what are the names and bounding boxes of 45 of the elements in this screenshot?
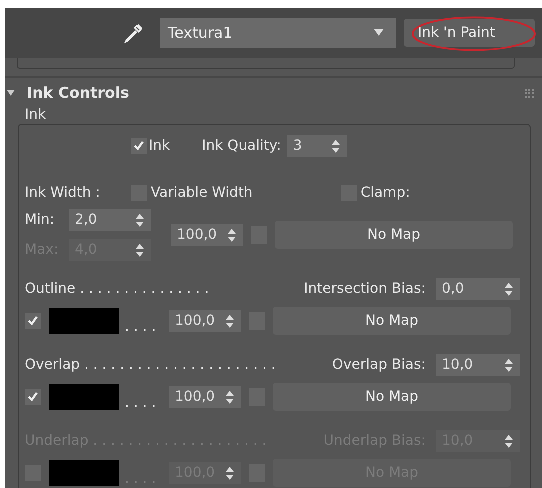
spinner-field[interactable]: 3	[287, 135, 348, 157]
spinner-field[interactable]: 100,0	[169, 386, 241, 408]
map-button[interactable]: No Map	[273, 383, 511, 411]
spinner-arrows-icon[interactable]	[136, 244, 144, 256]
spinner-arrows-icon[interactable]	[228, 228, 236, 242]
material-type-button[interactable]: Ink 'n Paint	[404, 19, 535, 47]
checkbox-label: Variable Width	[151, 185, 253, 201]
checkbox-label: Ink	[149, 138, 170, 154]
spinner-arrows-icon[interactable]	[226, 314, 234, 328]
caret-icon	[374, 29, 384, 37]
checkbox[interactable]	[25, 313, 41, 329]
spinner-arrows-icon[interactable]	[226, 466, 234, 480]
spinner-field[interactable]: 10,0	[436, 354, 520, 376]
checkbox[interactable]	[25, 389, 41, 405]
rollout-title[interactable]: Ink Controls	[27, 84, 525, 102]
spinner-field[interactable]: 100,0	[169, 310, 241, 332]
spinner-field[interactable]: 0,0	[436, 278, 520, 300]
field-label: Min:	[25, 212, 56, 228]
map-button[interactable]: No Map	[273, 307, 511, 335]
spinner-field[interactable]: 2,0	[69, 209, 151, 231]
section-label: Overlap . . . . . . . . . . . . . . . . . . . . . .	[25, 357, 277, 373]
color-swatch[interactable]	[49, 384, 119, 410]
checkbox[interactable]	[131, 138, 147, 154]
drag-grip-icon[interactable]	[525, 88, 534, 98]
spinner-arrows-icon[interactable]	[505, 282, 513, 296]
field-label: Overlap Bias:	[332, 357, 426, 373]
leader-dots: . . . .	[124, 395, 158, 413]
material-dropdown[interactable]: Textura1	[160, 18, 396, 48]
spinner-field[interactable]: 100,0	[171, 224, 243, 246]
spinner-arrows-icon[interactable]	[136, 214, 144, 226]
spinner-arrows-icon[interactable]	[332, 140, 340, 152]
group-title: Ink	[25, 108, 48, 124]
leader-dots: . . . .	[124, 319, 158, 337]
field-label: Ink Quality:	[202, 138, 282, 154]
spinner-arrows-icon[interactable]	[226, 390, 234, 404]
section-label: Outline . . . . . . . . . . . . . . .	[25, 281, 210, 297]
collapse-arrow-icon[interactable]	[7, 89, 15, 97]
color-swatch[interactable]	[49, 308, 119, 334]
field-label: Ink Width :	[25, 185, 102, 201]
spinner-arrows-icon[interactable]	[505, 434, 513, 448]
checkbox-label: Clamp:	[360, 185, 410, 201]
map-button[interactable]: No Map	[275, 221, 513, 249]
spinner-arrows-icon[interactable]	[505, 358, 513, 372]
leader-dots: . . . .	[124, 471, 158, 488]
field-label: Intersection Bias:	[304, 281, 426, 297]
